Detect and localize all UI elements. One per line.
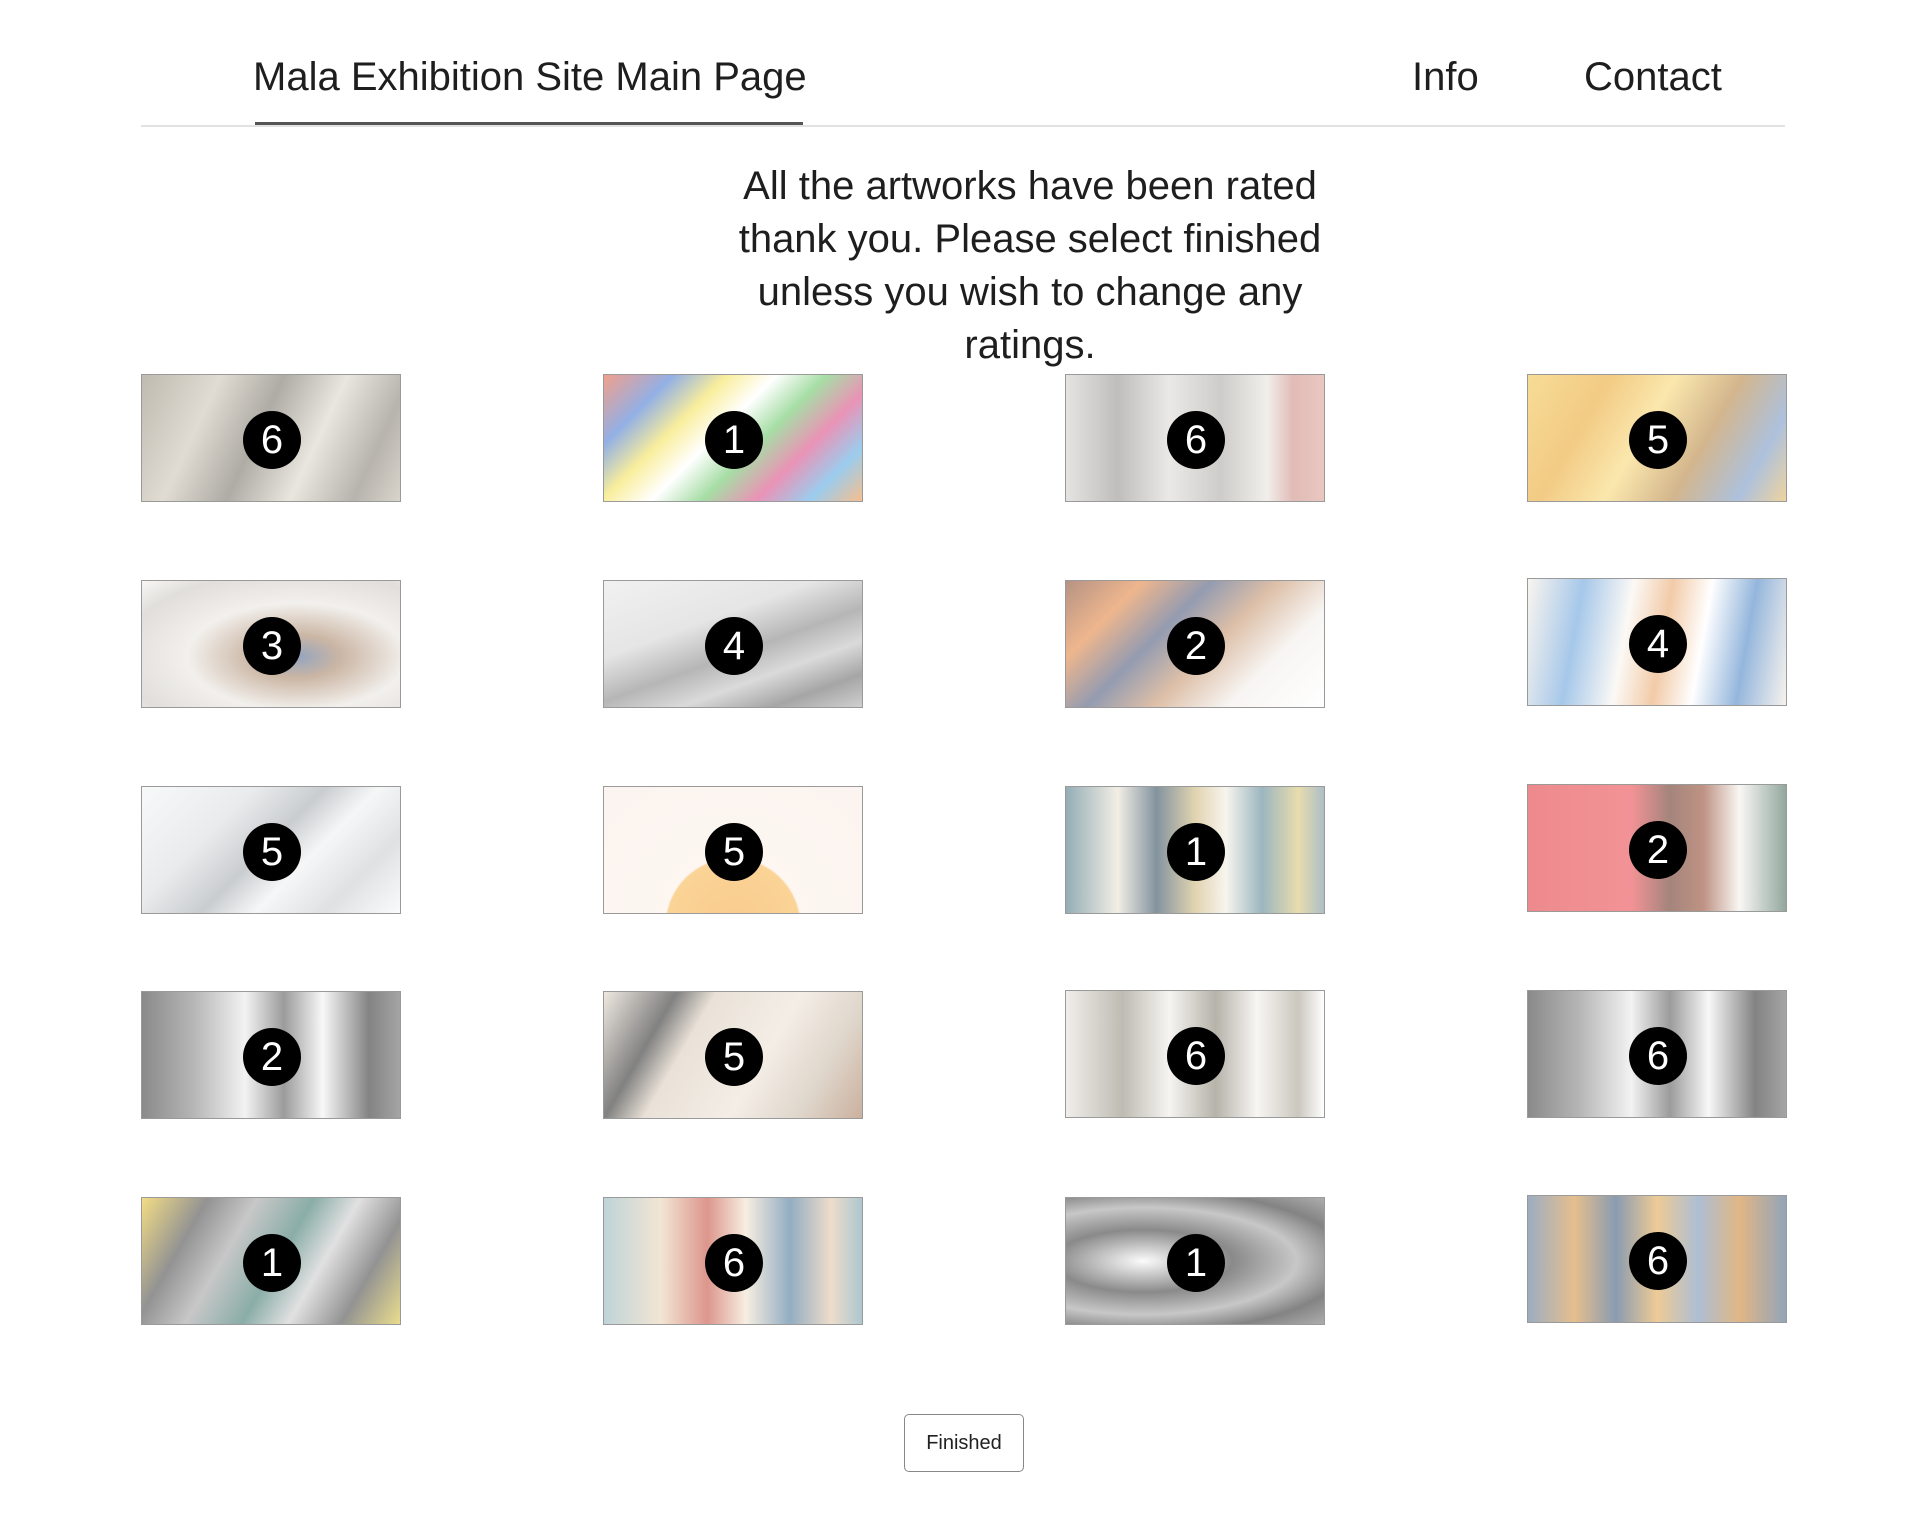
artwork-card[interactable]: 5	[603, 991, 863, 1119]
artwork-card[interactable]: 1	[1065, 786, 1325, 914]
nav-info-link[interactable]: Info	[1412, 50, 1479, 104]
active-tab-underline	[255, 122, 803, 125]
artwork-card[interactable]: 6	[1065, 374, 1325, 502]
artwork-card[interactable]: 3	[141, 580, 401, 708]
artwork-card[interactable]: 2	[141, 991, 401, 1119]
artwork-card[interactable]: 6	[141, 374, 401, 502]
artwork-card[interactable]: 4	[603, 580, 863, 708]
artwork-card[interactable]: 4	[1527, 578, 1787, 706]
artwork-card[interactable]: 1	[141, 1197, 401, 1325]
artwork-card[interactable]: 6	[1527, 1195, 1787, 1323]
rating-badge: 3	[243, 617, 301, 675]
artwork-card[interactable]: 1	[1065, 1197, 1325, 1325]
rating-badge: 1	[1167, 1234, 1225, 1292]
rating-badge: 6	[1629, 1232, 1687, 1290]
nav-contact-link[interactable]: Contact	[1584, 50, 1722, 104]
rating-badge: 6	[243, 411, 301, 469]
rating-badge: 5	[705, 1028, 763, 1086]
page: Mala Exhibition Site Main Page Info Cont…	[0, 0, 1920, 1537]
rating-badge: 1	[1167, 823, 1225, 881]
rating-badge: 2	[243, 1028, 301, 1086]
rating-badge: 1	[705, 411, 763, 469]
artwork-card[interactable]: 2	[1527, 784, 1787, 912]
rating-badge: 6	[705, 1234, 763, 1292]
rating-badge: 4	[1629, 615, 1687, 673]
artwork-card[interactable]: 5	[603, 786, 863, 914]
artwork-card[interactable]: 5	[141, 786, 401, 914]
header: Mala Exhibition Site Main Page Info Cont…	[141, 0, 1785, 127]
rating-badge: 6	[1167, 411, 1225, 469]
rating-badge: 6	[1629, 1027, 1687, 1085]
rating-badge: 4	[705, 617, 763, 675]
rating-badge: 5	[243, 823, 301, 881]
finished-button[interactable]: Finished	[904, 1414, 1024, 1472]
artwork-card[interactable]: 6	[603, 1197, 863, 1325]
artwork-card[interactable]: 1	[603, 374, 863, 502]
completion-message: All the artworks have been rated thank y…	[738, 164, 1322, 367]
site-title-link[interactable]: Mala Exhibition Site Main Page	[253, 50, 807, 104]
rating-badge: 6	[1167, 1027, 1225, 1085]
rating-badge: 2	[1629, 821, 1687, 879]
artwork-card[interactable]: 5	[1527, 374, 1787, 502]
rating-badge: 5	[1629, 411, 1687, 469]
artwork-card[interactable]: 6	[1527, 990, 1787, 1118]
rating-badge: 1	[243, 1234, 301, 1292]
artwork-card[interactable]: 6	[1065, 990, 1325, 1118]
artwork-card[interactable]: 2	[1065, 580, 1325, 708]
rating-badge: 5	[705, 823, 763, 881]
rating-badge: 2	[1167, 617, 1225, 675]
